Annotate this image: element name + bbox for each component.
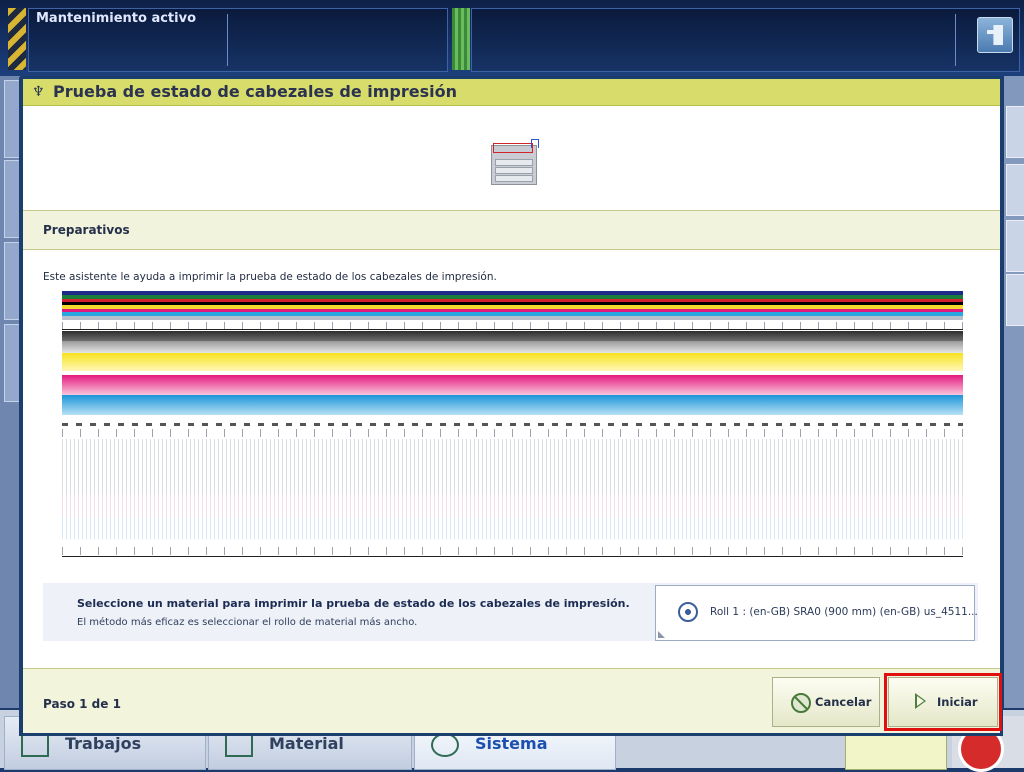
material-selection-panel: Seleccione un material para imprimir la … [43,583,978,641]
job-status-panel [471,8,1020,72]
printer-illustration-icon [489,139,539,185]
printer-tray [495,159,533,166]
cancel-button-label: Cancelar [815,695,872,709]
background-tile [1006,274,1024,326]
test-nozzle-pattern [62,517,963,539]
maintenance-status-text: Mantenimiento activo [36,11,197,26]
printhead-test-dialog: ♆ Prueba de estado de cabezales de impre… [19,77,1003,736]
cancel-icon [791,693,811,713]
play-icon [915,693,926,709]
section-header: Preparativos [23,210,1000,250]
activity-indicator [452,8,470,70]
tab-label: Trabajos [65,734,142,753]
test-tick-row [62,429,963,437]
tab-label: Material [269,734,344,753]
test-mark-row [62,423,963,426]
dialog-titlebar: ♆ Prueba de estado de cabezales de impre… [23,79,1000,106]
status-bar: Mantenimiento activo [0,0,1024,76]
tab-label: Sistema [475,734,548,753]
test-ruler [62,329,963,330]
material-selected-value: Roll 1 : (en-GB) SRA0 (900 mm) (en-GB) u… [710,606,978,618]
start-button[interactable]: Iniciar [884,673,1002,731]
background-tile [1006,164,1024,216]
test-nozzle-pattern [62,439,963,495]
test-band-black [62,331,963,341]
material-icon [225,733,253,757]
background-panel [1004,76,1024,708]
printhead-highlight [493,143,533,153]
roll-icon [678,602,698,622]
test-band-cyan [62,395,963,415]
printer-flag [531,139,539,148]
section-heading: Preparativos [43,223,130,237]
background-tile [1006,106,1024,158]
cancel-button[interactable]: Cancelar [772,677,880,727]
material-instruction-title: Seleccione un material para imprimir la … [77,597,630,610]
maintenance-warning-stripe [8,8,26,70]
dialog-hero [23,106,1000,209]
intro-text: Este asistente le ayuda a imprimir la pr… [43,271,497,283]
gear-icon [431,733,459,757]
material-selector[interactable]: Roll 1 : (en-GB) SRA0 (900 mm) (en-GB) u… [655,585,978,641]
printer-tray [495,167,533,174]
dialog-footer: Paso 1 de 1 Cancelar Iniciar [23,668,1002,733]
test-ruler [62,556,963,557]
dropdown-corner-icon [658,631,665,638]
test-tick-row [62,547,963,555]
start-button-label: Iniciar [937,695,978,709]
material-instruction-hint: El método más eficaz es seleccionar el r… [77,617,418,628]
dialog-title: Prueba de estado de cabezales de impresi… [53,82,458,101]
printer-tray [495,175,533,182]
step-indicator: Paso 1 de 1 [43,697,121,711]
test-chart-preview [62,291,963,566]
jobs-icon [21,733,49,757]
status-divider [955,14,956,66]
dialog-content: ♆ Prueba de estado de cabezales de impre… [23,79,1002,733]
test-band-gray [62,341,963,353]
test-band [62,316,963,320]
status-divider [227,14,228,66]
test-band-magenta [62,375,963,395]
printer-status-button[interactable] [977,17,1013,53]
test-nozzle-pattern [62,495,963,517]
wrench-icon: ♆ [32,84,45,100]
test-band-yellow [62,353,963,371]
background-sidebar [0,76,22,708]
background-tile [1006,220,1024,272]
printer-icon [987,25,1003,45]
